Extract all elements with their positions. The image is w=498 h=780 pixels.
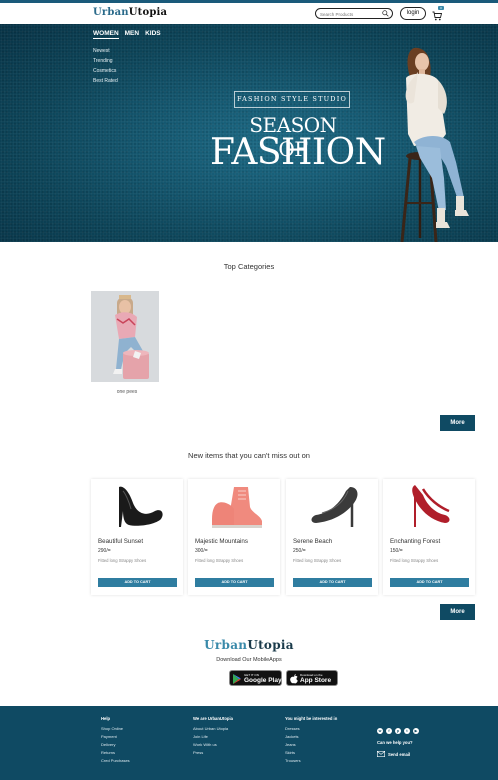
footer-link[interactable]: Shop Online	[101, 725, 130, 733]
submenu-trending[interactable]: Trending	[93, 56, 118, 66]
nav-men[interactable]: MEN	[125, 30, 139, 39]
footer-column-about: We are UrbanUtopia About Urban Utopia Jo…	[193, 716, 233, 757]
product-image-red-stiletto	[412, 485, 450, 527]
login-button[interactable]: login	[400, 7, 426, 20]
product-price: 150/=	[390, 548, 403, 554]
product-description: Fitted long Strappy Shoes	[98, 558, 147, 563]
footer-link[interactable]: About Urban Utopia	[193, 725, 233, 733]
footer-link[interactable]: Press	[193, 749, 233, 757]
category-label: one pees	[116, 389, 138, 395]
mail-icon	[377, 751, 385, 757]
footer-link[interactable]: Cred Purchases	[101, 757, 130, 765]
add-to-cart-button[interactable]: ADD TO CART	[293, 578, 372, 587]
product-price: 290/=	[98, 548, 111, 554]
apple-icon	[290, 674, 298, 684]
product-image-pink-boot	[212, 487, 262, 528]
facebook-icon[interactable]: f	[386, 728, 392, 734]
brand-part-1: Urban	[204, 638, 248, 652]
footer-link[interactable]: Skirts	[285, 749, 337, 757]
product-name: Enchanting Forest	[390, 538, 441, 545]
product-name: Serene Beach	[293, 538, 333, 545]
product-name: Majestic Mountains	[195, 538, 248, 545]
product-description: Fitted long Strappy Shoes	[195, 558, 244, 563]
download-apps-text: Download Our MobileApps	[216, 657, 282, 663]
google-play-icon	[233, 674, 241, 684]
footer-link[interactable]: Returns	[101, 749, 130, 757]
footer-link[interactable]: Payment	[101, 733, 130, 741]
product-card[interactable]: Beautiful Sunset 290/= Fitted long Strap…	[91, 479, 183, 595]
add-to-cart-button[interactable]: ADD TO CART	[390, 578, 469, 587]
new-items-more-button[interactable]: More	[440, 604, 475, 620]
hero-headline-line2: FASHION	[210, 132, 386, 173]
product-price: 300/=	[195, 548, 208, 554]
footer-heading: You might be interested in	[285, 716, 338, 721]
studio-label: FASHION STYLE STUDIO	[234, 91, 350, 108]
product-card[interactable]: Enchanting Forest 150/= Fitted long Stra…	[383, 479, 475, 595]
category-card-one-pees[interactable]	[91, 291, 159, 382]
logo-part-1: Urban	[93, 7, 129, 18]
categories-more-button[interactable]: More	[440, 415, 475, 431]
product-card[interactable]: Serene Beach 250/= Fitted long Strappy S…	[286, 479, 378, 595]
nav-kids[interactable]: KIDS	[145, 30, 161, 39]
footer-link[interactable]: Trousers	[285, 757, 337, 765]
add-to-cart-button[interactable]: ADD TO CART	[98, 578, 177, 587]
product-name: Beautiful Sunset	[98, 538, 144, 545]
footer-link[interactable]: Jeans	[285, 741, 337, 749]
footer-link[interactable]: Dresses	[285, 725, 337, 733]
product-card[interactable]: Majestic Mountains 300/= Fitted long Str…	[188, 479, 280, 595]
brand-part-2: Utopia	[247, 638, 294, 652]
social-links: w f p t ▶	[377, 728, 419, 734]
footer-heading: Help	[101, 716, 111, 721]
women-submenu: Newest Trending Cosmetics Best Rated	[93, 46, 118, 86]
hero-banner: WOMEN MEN KIDS Newest Trending Cosmetics…	[0, 24, 498, 242]
site-footer: Help Shop Online Payment Delivery Return…	[0, 706, 498, 780]
site-header: UrbanUtopia login 0	[0, 3, 498, 24]
search-box	[315, 8, 393, 19]
pinterest-icon[interactable]: p	[395, 728, 401, 734]
product-image-black-heel	[119, 486, 163, 527]
new-items-title: New items that you can't miss out on	[188, 451, 310, 460]
footer-link[interactable]: Jackets	[285, 733, 337, 741]
cart-button[interactable]: 0	[432, 6, 444, 21]
category-nav: WOMEN MEN KIDS	[93, 30, 161, 39]
send-email-link[interactable]: Send email	[377, 751, 410, 757]
help-question: Can we help you?	[377, 740, 413, 745]
whatsapp-icon[interactable]: w	[377, 728, 383, 734]
cart-count-badge: 0	[438, 6, 444, 10]
submenu-best-rated[interactable]: Best Rated	[93, 76, 118, 86]
youtube-icon[interactable]: ▶	[413, 728, 419, 734]
product-image-grey-pump	[311, 487, 358, 527]
category-image	[91, 291, 159, 382]
footer-brand-logo: UrbanUtopia	[0, 638, 498, 652]
submenu-cosmetics[interactable]: Cosmetics	[93, 66, 118, 76]
google-play-button[interactable]: GET IT ON Google Play	[229, 670, 282, 686]
app-store-big-text: App Store	[300, 677, 332, 684]
logo-part-2: Utopia	[128, 7, 168, 18]
footer-link[interactable]: Join Life	[193, 733, 233, 741]
top-categories-title: Top Categories	[223, 262, 275, 271]
footer-column-help: Help Shop Online Payment Delivery Return…	[101, 716, 130, 765]
product-description: Fitted long Strappy Shoes	[293, 558, 342, 563]
app-store-button[interactable]: Download on the App Store	[286, 670, 338, 686]
product-description: Fitted long Strappy Shoes	[390, 558, 439, 563]
twitter-icon[interactable]: t	[404, 728, 410, 734]
search-icon[interactable]	[382, 10, 389, 17]
search-input[interactable]	[320, 10, 380, 18]
nav-women[interactable]: WOMEN	[93, 30, 119, 39]
hero-model-image	[400, 47, 469, 242]
footer-link[interactable]: Delivery	[101, 741, 130, 749]
cart-icon	[432, 11, 443, 21]
send-email-label: Send email	[388, 751, 411, 757]
footer-heading: We are UrbanUtopia	[193, 716, 233, 721]
footer-link[interactable]: Work With us	[193, 741, 233, 749]
add-to-cart-button[interactable]: ADD TO CART	[195, 578, 274, 587]
product-price: 250/=	[293, 548, 306, 554]
footer-column-interests: You might be interested in Dresses Jacke…	[285, 716, 337, 765]
logo[interactable]: UrbanUtopia	[93, 7, 167, 18]
google-play-big-text: Google Play	[244, 677, 282, 684]
submenu-newest[interactable]: Newest	[93, 46, 118, 56]
